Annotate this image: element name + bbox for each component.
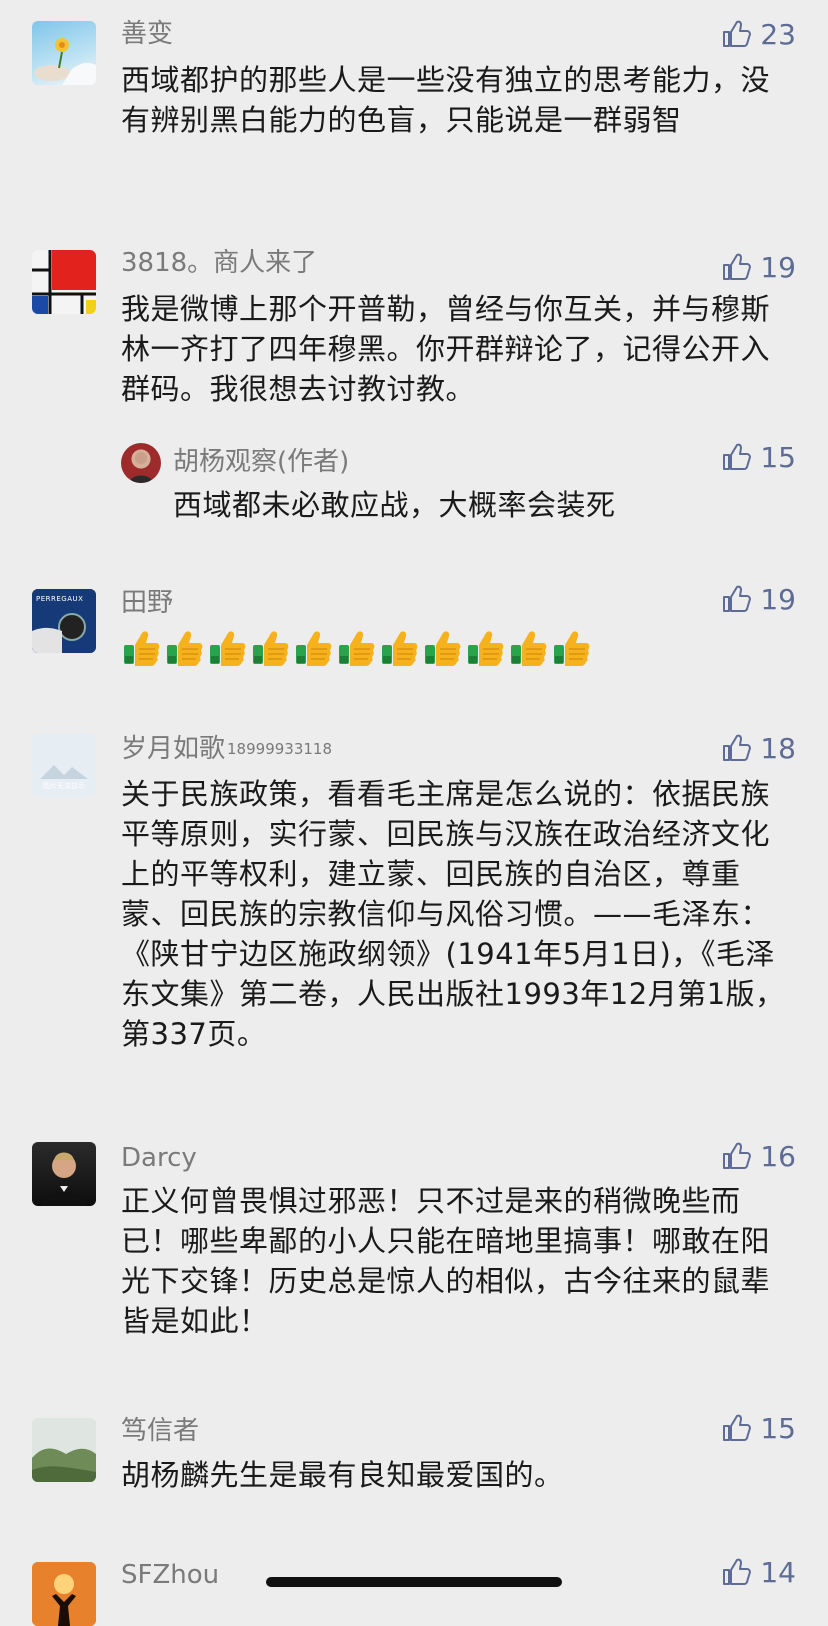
comment-author[interactable]: 田野 <box>121 588 173 618</box>
comment-author[interactable]: 善变 <box>121 19 173 49</box>
reply-author[interactable]: 胡杨观察(作者) <box>173 447 349 477</box>
home-indicator[interactable] <box>266 1577 562 1587</box>
author-tag: 18999933118 <box>227 740 332 758</box>
thumbs-up-emoji <box>508 628 549 666</box>
avatar[interactable] <box>32 21 96 85</box>
avatar[interactable] <box>32 1418 96 1482</box>
comment-author[interactable]: Darcy <box>121 1143 197 1173</box>
sunset-silhouette-icon <box>32 1562 96 1626</box>
thumbs-up-emoji <box>465 628 506 666</box>
comment-author[interactable]: SFZhou <box>121 1560 219 1590</box>
flower-hand-icon <box>34 38 96 85</box>
thumbs-up-icon <box>720 1556 752 1588</box>
comment-author[interactable]: 岁月如歌 18999933118 <box>121 734 332 764</box>
mondrian-icon <box>32 250 96 314</box>
thumbs-up-emoji <box>250 628 291 666</box>
comment-text: 我是微博上那个开普勒，曾经与你互关，并与穆斯林一齐打了四年穆黑。你开群辩论了，记… <box>121 292 771 406</box>
thumbs-up-emoji <box>336 628 377 666</box>
like-count: 18 <box>760 731 796 765</box>
like-button[interactable]: 19 <box>720 247 796 287</box>
reply-avatar[interactable] <box>121 443 161 483</box>
thumbs-up-icon <box>720 583 752 615</box>
like-count: 15 <box>760 1411 796 1445</box>
comment-text: 西域都护的那些人是一些没有独立的思考能力，没有辨别黑白能力的色盲，只能说是一群弱… <box>121 63 771 137</box>
thumbs-up-emoji <box>207 628 248 666</box>
comment-author[interactable]: 笃信者 <box>121 1416 199 1446</box>
thumbs-up-emoji <box>551 628 592 666</box>
comment-text: 关于民族政策，看看毛主席是怎么说的：依据民族平等原则，实行蒙、回民族与汉族在政治… <box>121 777 785 1051</box>
thumbs-up-icon <box>720 1140 752 1172</box>
like-count: 14 <box>760 1555 796 1589</box>
thumbs-up-emoji <box>422 628 463 666</box>
man-tuxedo-icon <box>40 1152 88 1206</box>
thumbs-up-emoji <box>121 628 162 666</box>
thumbs-up-icon <box>720 1412 752 1444</box>
like-button[interactable]: 19 <box>720 579 796 619</box>
comment-text: 正义何曾畏惧过邪恶！只不过是来的稍微晚些而已！哪些卑鄙的小人只能在暗地里搞事！哪… <box>121 1184 771 1338</box>
like-button[interactable]: 15 <box>720 1408 796 1448</box>
person-avatar-icon <box>129 452 153 483</box>
avatar-placeholder-text: 图片无法显示 <box>43 782 85 790</box>
avatar[interactable] <box>32 1142 96 1206</box>
comment-author-name: 岁月如歌 <box>121 734 226 764</box>
mountain-landscape-icon <box>32 1418 96 1482</box>
thumbs-up-icon <box>720 441 752 473</box>
reply-text: 西域都未必敢应战，大概率会装死 <box>173 488 616 522</box>
comment-text: 胡杨麟先生是最有良知最爱国的。 <box>121 1458 564 1492</box>
avatar[interactable] <box>32 1562 96 1626</box>
thumbs-up-icon <box>720 251 752 283</box>
like-count: 19 <box>760 582 796 616</box>
like-count: 19 <box>760 250 796 284</box>
like-button[interactable]: 23 <box>720 14 796 54</box>
like-count: 23 <box>760 17 796 51</box>
like-button[interactable]: 16 <box>720 1136 796 1176</box>
avatar-brand-text: PERREGAUX <box>36 595 84 603</box>
like-count: 15 <box>760 440 796 474</box>
like-count: 16 <box>760 1139 796 1173</box>
avatar[interactable]: 图片无法显示 <box>32 733 96 797</box>
thumbs-up-icon <box>720 18 752 50</box>
thumbs-up-icon <box>720 732 752 764</box>
thumbs-up-emoji <box>293 628 334 666</box>
thumbs-up-emoji-row <box>121 628 592 666</box>
thumbs-up-emoji <box>379 628 420 666</box>
comment-author[interactable]: 3818。商人来了 <box>121 248 317 278</box>
reply-like-button[interactable]: 15 <box>720 437 796 477</box>
like-button[interactable]: 14 <box>720 1552 796 1592</box>
avatar[interactable]: PERREGAUX <box>32 589 96 653</box>
avatar[interactable] <box>32 250 96 314</box>
thumbs-up-emoji <box>164 628 205 666</box>
like-button[interactable]: 18 <box>720 728 796 768</box>
